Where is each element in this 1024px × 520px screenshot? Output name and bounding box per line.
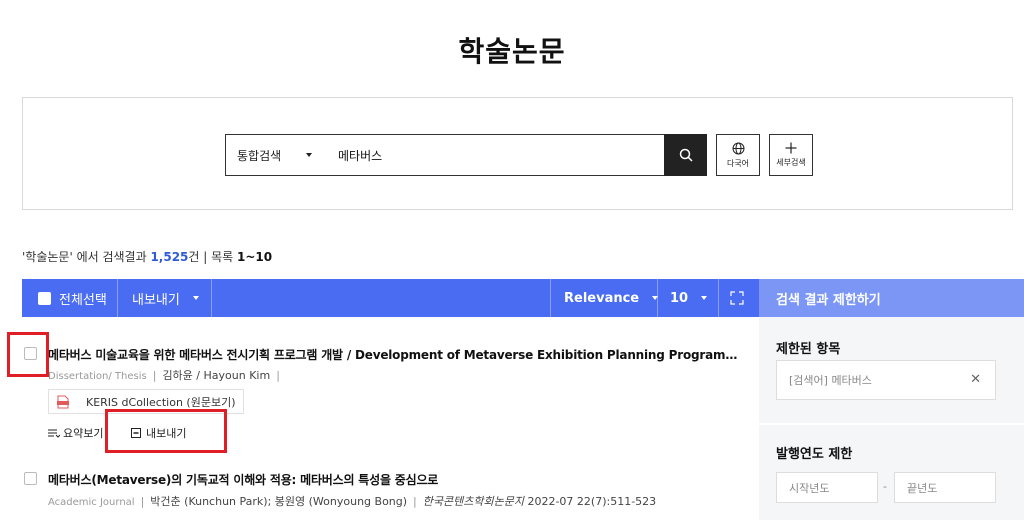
export-label: 내보내기	[132, 292, 180, 308]
result-journal: 한국콘텐츠학회논문지	[422, 495, 524, 508]
separator: |	[276, 369, 280, 382]
search-type-select[interactable]: 통합검색	[225, 134, 327, 176]
globe-icon	[732, 142, 744, 154]
highlight-box	[7, 332, 49, 377]
applied-filter-text: [검색어] 메타버스	[789, 374, 872, 387]
close-icon[interactable]: ✕	[970, 372, 981, 387]
result-type: Academic Journal	[48, 497, 135, 508]
pdf-icon	[57, 395, 69, 409]
applied-filter-chip: [검색어] 메타버스 ✕	[776, 360, 996, 400]
result-authors: 김하윤 / Hayoun Kim	[162, 369, 271, 382]
toolbar-divider	[550, 279, 551, 317]
plus-icon	[785, 142, 797, 154]
summary-prefix: '학술논문' 에서 검색결과	[22, 250, 151, 264]
separator: |	[413, 495, 417, 508]
detail-search-button[interactable]: 세부검색	[769, 134, 813, 176]
search-icon	[679, 148, 693, 162]
summary-view-label: 요약보기	[63, 427, 104, 440]
result-authors: 박건춘 (Kunchun Park); 봉원영 (Wonyoung Bong)	[150, 495, 408, 508]
result-range: 1~10	[237, 250, 273, 264]
summary-view-button[interactable]: 요약보기	[48, 425, 103, 441]
page: 학술논문 통합검색 메타버스 다국어 세부검색 '학술논문' 에서 검색결과 1…	[0, 0, 1024, 520]
search-type-label: 통합검색	[237, 148, 282, 163]
chevron-down-icon	[701, 296, 708, 300]
multi-language-button[interactable]: 다국어	[716, 134, 760, 176]
checkbox-icon	[38, 291, 51, 305]
divider	[759, 423, 1024, 425]
year-limit-label: 발행연도 제한	[776, 447, 853, 462]
detail-search-label: 세부검색	[776, 158, 806, 167]
expand-button[interactable]	[730, 279, 744, 317]
toolbar-divider	[117, 279, 118, 317]
start-year-input[interactable]: 시작년도	[776, 472, 878, 503]
result-title[interactable]: 메타버스 미술교육을 위한 메타버스 전시기획 프로그램 개발 / Develo…	[48, 346, 738, 363]
chevron-down-icon	[192, 296, 199, 300]
limit-results-header[interactable]: 검색 결과 제한하기	[759, 279, 1024, 317]
summary-suffix: 건 | 목록	[188, 250, 238, 264]
page-size-dropdown[interactable]: 10	[670, 279, 708, 317]
applied-filters-label: 제한된 항목	[776, 342, 841, 357]
search-button[interactable]	[664, 134, 707, 176]
toolbar-divider	[718, 279, 719, 317]
export-dropdown[interactable]: 내보내기	[132, 279, 199, 317]
sort-dropdown[interactable]: Relevance	[564, 279, 659, 317]
result-type: Dissertation/ Thesis	[48, 371, 147, 382]
end-year-input[interactable]: 끝년도	[894, 472, 996, 503]
result-citation: 2022-07 22(7):511-523	[527, 495, 657, 508]
page-title: 학술논문	[458, 35, 566, 68]
highlight-box	[105, 409, 227, 453]
sort-label: Relevance	[564, 290, 640, 306]
result-count: 1,525	[150, 250, 189, 264]
list-icon	[48, 429, 60, 438]
result-meta: Dissertation/ Thesis | 김하윤 / Hayoun Kim |	[48, 367, 286, 383]
search-panel: 통합검색 메타버스 다국어 세부검색	[22, 97, 1013, 210]
expand-icon	[730, 291, 744, 305]
year-range-dash: -	[883, 480, 887, 493]
select-all-checkbox[interactable]: 전체선택	[38, 279, 107, 317]
toolbar-divider	[657, 279, 658, 317]
separator: |	[140, 495, 145, 508]
fulltext-link-label: KERIS dCollection (원문보기)	[86, 395, 236, 409]
separator: |	[152, 369, 157, 382]
result-meta: Academic Journal | 박건춘 (Kunchun Park); 봉원영…	[48, 493, 656, 509]
search-input[interactable]: 메타버스	[326, 134, 665, 176]
chevron-down-icon	[306, 153, 312, 157]
results-toolbar: 전체선택 내보내기 Relevance 10	[22, 279, 759, 317]
page-size-label: 10	[670, 290, 689, 306]
select-all-label: 전체선택	[59, 292, 107, 308]
multi-language-label: 다국어	[726, 158, 750, 168]
limit-results-panel: 제한된 항목 [검색어] 메타버스 ✕ 발행연도 제한 시작년도 - 끝년도	[759, 317, 1024, 520]
toolbar-divider	[211, 279, 212, 317]
result-title[interactable]: 메타버스(Metaverse)의 기독교적 이해와 적용: 메타버스의 특성을 …	[48, 471, 738, 488]
result-summary: '학술논문' 에서 검색결과 1,525건 | 목록 1~10	[22, 248, 272, 265]
result-checkbox[interactable]	[24, 472, 37, 485]
